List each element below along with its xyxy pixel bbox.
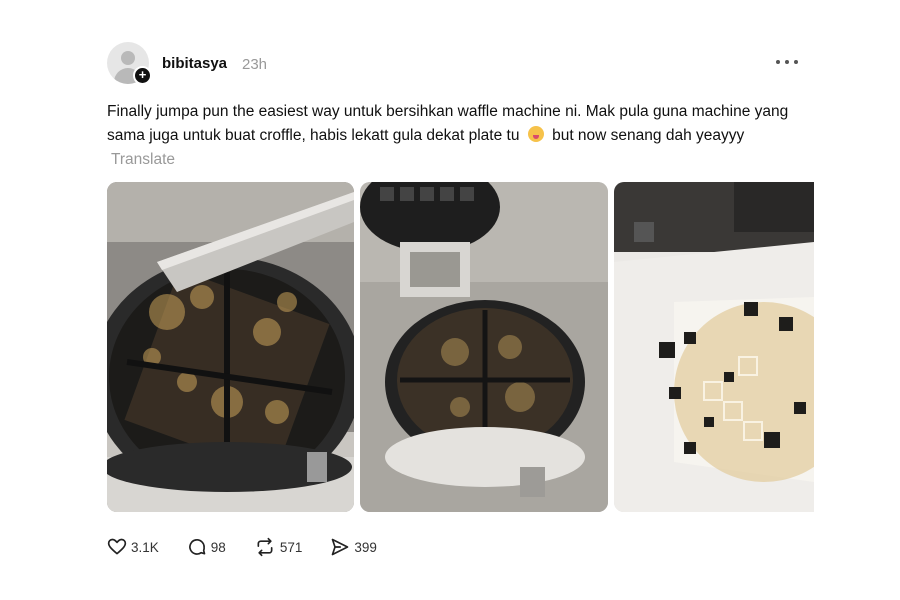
thread-post: + bibitasya 23h Finally jumpa pun the ea… [0,0,900,600]
repost-icon [257,537,273,557]
repost-button[interactable]: 571 [254,537,303,557]
post-image-2[interactable] [360,182,608,512]
plus-icon[interactable]: + [133,66,152,85]
avatar[interactable]: + [107,42,152,85]
drooling-face-emoji-icon [527,126,544,142]
username[interactable]: bibitasya [162,55,227,72]
translate-link[interactable]: Translate [111,151,175,168]
like-button[interactable]: 3.1K [107,537,159,557]
send-icon [332,538,349,556]
post-image-1[interactable] [107,182,354,512]
heart-icon [107,538,127,555]
like-count: 3.1K [131,539,159,555]
post-actions: 3.1K 98 571 399 [107,536,405,558]
more-horizontal-icon[interactable] [776,52,798,72]
post-text-part-2: but now senang dah yeayyy [552,127,745,144]
reply-button[interactable]: 98 [187,537,226,557]
post-text: Finally jumpa pun the easiest way untuk … [107,100,807,172]
comment-icon [188,539,206,555]
share-count: 399 [354,539,377,555]
share-button[interactable]: 399 [330,537,377,557]
reply-count: 98 [210,539,226,555]
post-time[interactable]: 23h [242,56,267,73]
repost-count: 571 [279,539,303,555]
post-image-3[interactable] [614,182,814,512]
